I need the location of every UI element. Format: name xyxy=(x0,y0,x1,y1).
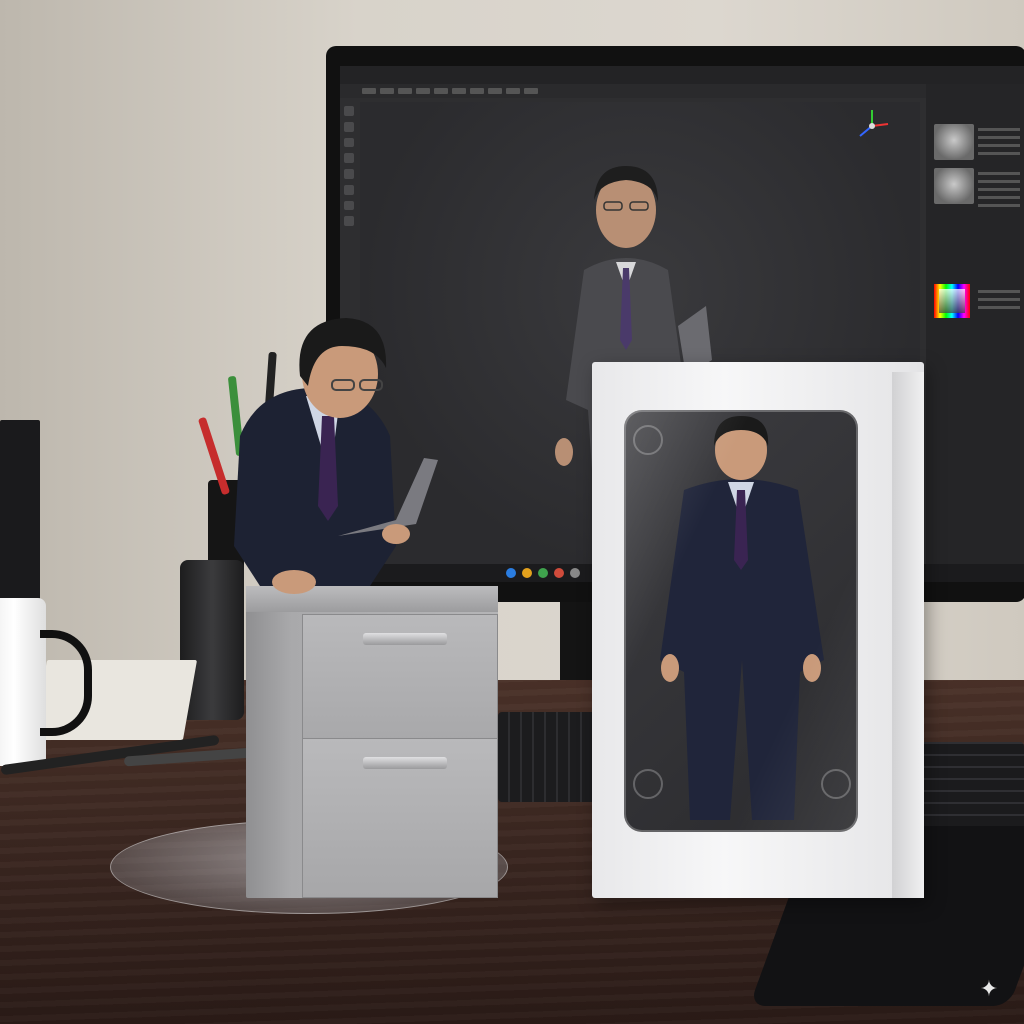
figurine-with-laptop xyxy=(234,318,438,594)
app-toolbar xyxy=(340,84,942,98)
speaker xyxy=(0,420,40,600)
filing-cabinet xyxy=(246,586,498,898)
box-side-text xyxy=(900,662,920,852)
sculpt-thumbnail xyxy=(934,168,974,204)
drawer-handle xyxy=(363,757,447,769)
photo-scene: ✦ xyxy=(0,0,1024,1024)
app-right-panel xyxy=(926,84,1024,582)
boxed-figurine xyxy=(633,416,851,820)
app-menu-bar xyxy=(340,66,1024,84)
app-left-tools xyxy=(344,106,358,226)
figure-box xyxy=(592,362,924,898)
axis-gizmo-icon xyxy=(859,110,889,137)
sculpt-thumbnail xyxy=(934,124,974,160)
color-picker xyxy=(934,284,970,318)
cabinet-drawer xyxy=(302,614,498,750)
keyboard xyxy=(920,742,1024,838)
drawer-handle xyxy=(363,633,447,645)
sparkle-icon: ✦ xyxy=(979,976,999,1001)
box-window xyxy=(624,410,858,832)
cabinet-drawer xyxy=(302,738,498,898)
